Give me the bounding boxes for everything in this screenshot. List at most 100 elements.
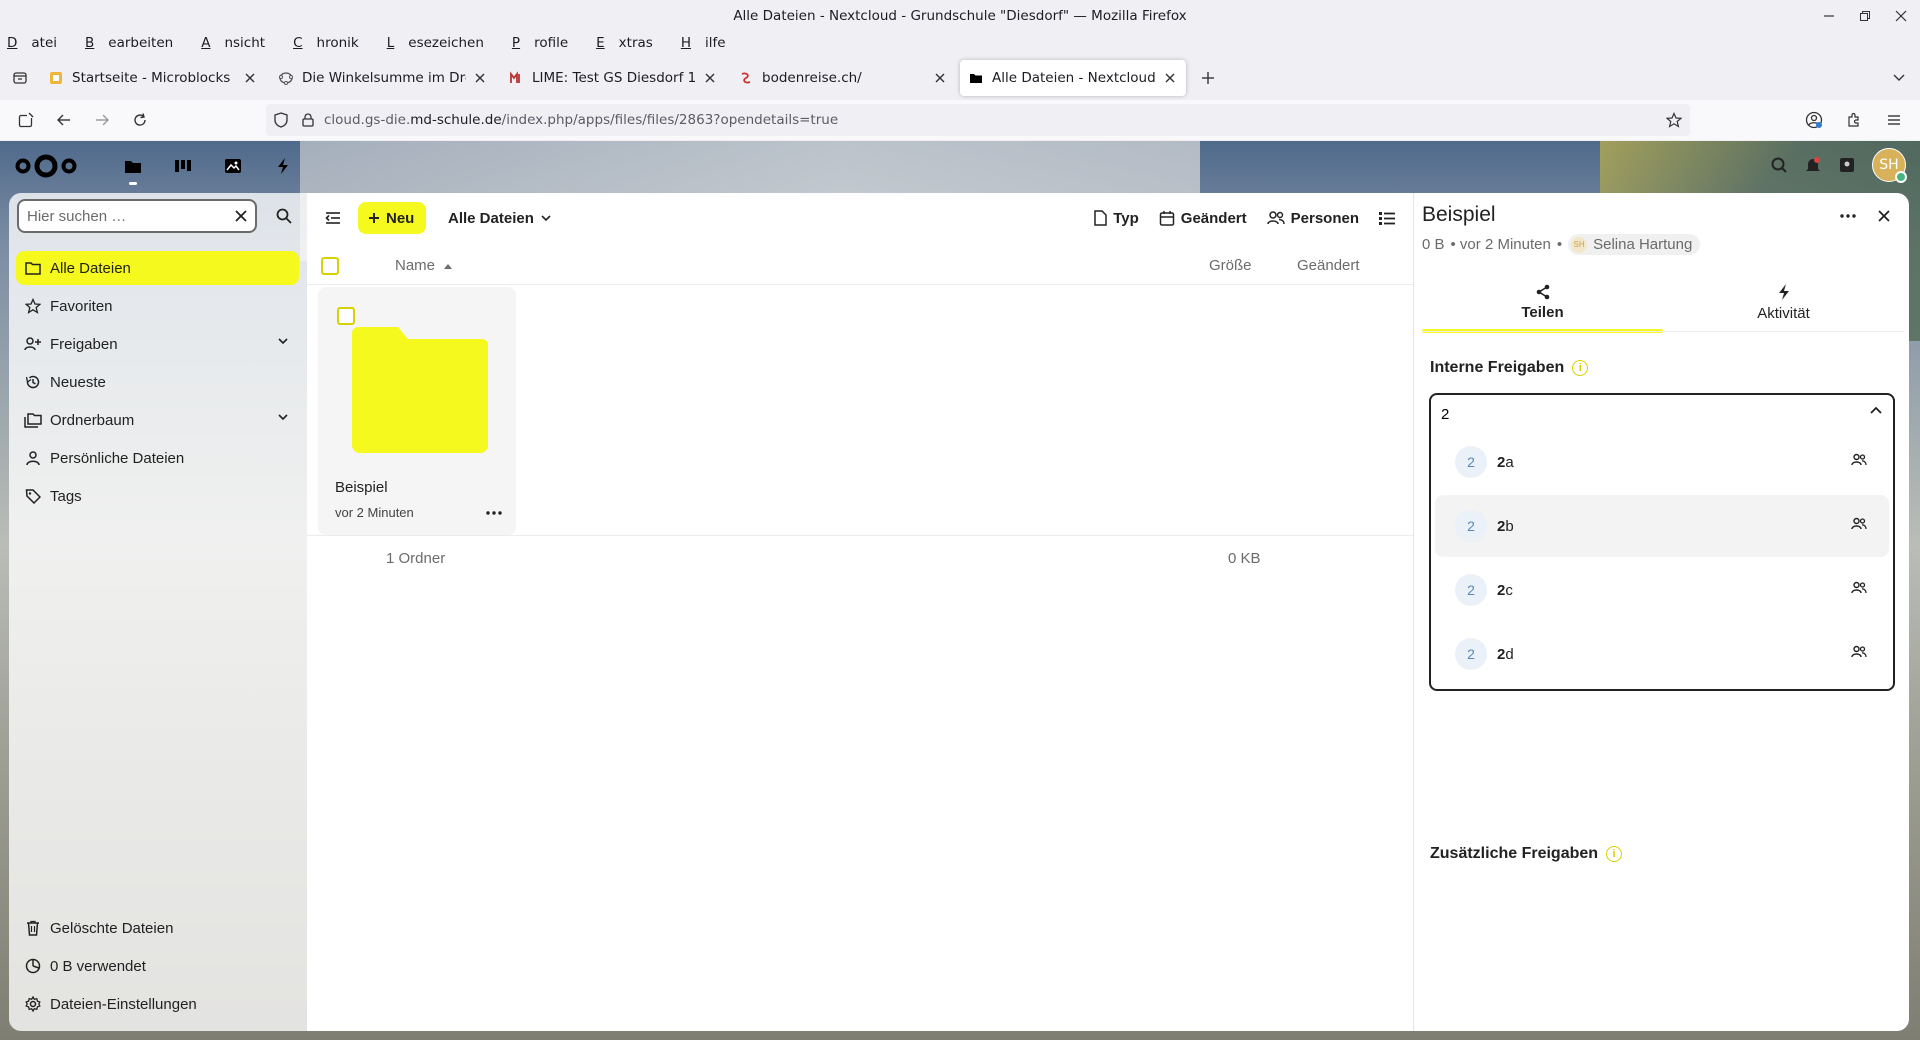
tab-title: bodenreise.ch/ (762, 70, 862, 86)
sort-by-size[interactable]: Größe (1209, 257, 1252, 274)
folder-icon (346, 323, 490, 453)
activity-app-icon[interactable] (258, 141, 308, 191)
sidebar-footer-item-1[interactable]: 0 B verwendet (16, 949, 299, 983)
shield-icon[interactable] (266, 112, 296, 128)
nav-item-label: Neueste (50, 373, 106, 391)
share-suggestion[interactable]: 2 2a (1435, 431, 1889, 493)
folder-tile[interactable]: Beispiel vor 2 Minuten (318, 287, 516, 535)
new-button[interactable]: Neu (358, 202, 427, 234)
browser-tab[interactable]: Die Winkelsumme im Dreiec (270, 60, 496, 96)
menu-item-0[interactable]: Datei (7, 32, 79, 54)
notifications-icon[interactable] (1804, 156, 1822, 174)
filter-type-button[interactable]: Typ (1085, 202, 1147, 234)
close-tab-icon[interactable] (932, 70, 948, 86)
sidebar-footer-item-2[interactable]: Dateien-Einstellungen (16, 987, 299, 1021)
tab-list-icon[interactable] (0, 56, 40, 100)
menu-item-5[interactable]: Profile (512, 32, 590, 54)
sidebar-item-6[interactable]: Tags (16, 479, 299, 513)
filter-modified-button[interactable]: Geändert (1151, 202, 1255, 234)
browser-tab[interactable]: Startseite - Microblocks (40, 60, 266, 96)
contacts-icon[interactable] (1838, 156, 1856, 174)
sidebar-toggle-icon[interactable] (8, 104, 44, 136)
search-button-icon[interactable] (267, 199, 301, 233)
app-menu-icon[interactable] (1878, 104, 1910, 136)
list-view-icon[interactable] (1371, 202, 1403, 234)
filter-type-label: Typ (1113, 209, 1139, 227)
tab-overflow-chevron-icon[interactable] (1892, 70, 1906, 84)
sidebar-item-3[interactable]: Neueste (16, 365, 299, 399)
toggle-navigation-icon[interactable] (317, 202, 349, 234)
sidebar-item-5[interactable]: Persönliche Dateien (16, 441, 299, 475)
sidebar-item-4[interactable]: Ordnerbaum (16, 403, 299, 437)
menu-item-4[interactable]: Lesezeichen (387, 32, 506, 54)
close-window-icon[interactable] (1894, 9, 1908, 23)
browser-tab[interactable]: Alle Dateien - Nextcloud - Gr (960, 60, 1186, 96)
search-input[interactable] (27, 207, 226, 225)
browser-tab[interactable]: LIME: Test GS Diesdorf 12.0! (500, 60, 726, 96)
suggestion-rest: b (1505, 517, 1514, 535)
back-icon[interactable] (46, 104, 82, 136)
new-tab-icon[interactable] (1192, 62, 1224, 94)
photos-app-icon[interactable] (208, 141, 258, 191)
account-icon[interactable] (1798, 104, 1830, 136)
minimize-icon[interactable] (1822, 9, 1836, 23)
user-avatar[interactable]: SH (1872, 148, 1907, 183)
menu-label-rest: earbeiten (108, 35, 174, 51)
sidebar-item-1[interactable]: Favoriten (16, 289, 299, 323)
sidebar-item-2[interactable]: Freigaben (16, 327, 299, 361)
avatar-initials: SH (1879, 157, 1899, 173)
search-field[interactable] (17, 199, 257, 233)
sidebar-footer-item-0[interactable]: Gelöschte Dateien (16, 911, 299, 945)
share-search-combobox[interactable]: 2 2a 2 2b 2 2c 2 2d (1429, 393, 1895, 691)
group-icon (1851, 517, 1867, 531)
sidebar-more-icon[interactable] (1833, 201, 1863, 231)
browser-tab[interactable]: bodenreise.ch/ (730, 60, 956, 96)
menu-item-7[interactable]: Hilfe (681, 32, 748, 54)
info-icon[interactable]: i (1606, 846, 1623, 862)
info-icon[interactable]: i (1572, 360, 1589, 376)
close-tab-icon[interactable] (1162, 70, 1178, 86)
chevron-down-icon[interactable] (277, 411, 289, 423)
deck-app-icon[interactable] (158, 141, 208, 191)
menu-item-1[interactable]: Bearbeiten (85, 32, 195, 54)
menu-item-3[interactable]: Chronik (293, 32, 381, 54)
share-suggestion[interactable]: 2 2d (1435, 623, 1889, 685)
folder-name[interactable]: Beispiel (335, 479, 388, 496)
reload-icon[interactable] (122, 104, 158, 136)
sort-by-name[interactable]: Name (395, 257, 453, 274)
more-actions-icon[interactable] (482, 503, 506, 523)
owner-chip[interactable]: SH Selina Hartung (1568, 234, 1701, 255)
close-tab-icon[interactable] (472, 70, 488, 86)
chevron-down-icon[interactable] (277, 335, 289, 347)
share-suggestion[interactable]: 2 2b (1435, 495, 1889, 557)
nextcloud-logo-icon[interactable] (14, 151, 78, 181)
url-bar[interactable]: cloud.gs-die.md-schule.de/index.php/apps… (266, 104, 1690, 136)
breadcrumb[interactable]: Alle Dateien (440, 202, 560, 234)
close-sidebar-icon[interactable] (1869, 201, 1899, 231)
filter-people-button[interactable]: Personen (1259, 202, 1367, 234)
navigation-bar: cloud.gs-die.md-schule.de/index.php/apps… (0, 100, 1920, 140)
close-tab-icon[interactable] (242, 70, 258, 86)
files-app-icon[interactable] (108, 141, 158, 191)
close-tab-icon[interactable] (702, 70, 718, 86)
sort-by-modified[interactable]: Geändert (1297, 257, 1360, 274)
share-suggestion[interactable]: 2 2c (1435, 559, 1889, 621)
chevron-up-icon[interactable] (1869, 403, 1883, 417)
nav-item-label: Dateien-Einstellungen (50, 995, 197, 1013)
suggestion-name: 2a (1497, 454, 1514, 471)
bookmark-star-icon[interactable] (1666, 112, 1682, 128)
tab-sharing[interactable]: Teilen (1422, 275, 1663, 333)
extensions-icon[interactable] (1838, 104, 1870, 136)
share-search-input[interactable] (1441, 401, 1841, 427)
menu-item-6[interactable]: Extras (596, 32, 675, 54)
lock-icon[interactable] (296, 113, 320, 127)
search-header-icon[interactable] (1770, 156, 1788, 174)
sidebar-separator: • (1556, 236, 1563, 253)
select-all-checkbox[interactable] (321, 257, 339, 275)
tab-activity[interactable]: Aktivität (1663, 275, 1904, 329)
menu-item-2[interactable]: Ansicht (201, 32, 287, 54)
sidebar-item-0[interactable]: Alle Dateien (16, 251, 299, 285)
restore-icon[interactable] (1858, 9, 1872, 23)
clear-search-icon[interactable] (226, 201, 255, 231)
forward-icon[interactable] (84, 104, 120, 136)
